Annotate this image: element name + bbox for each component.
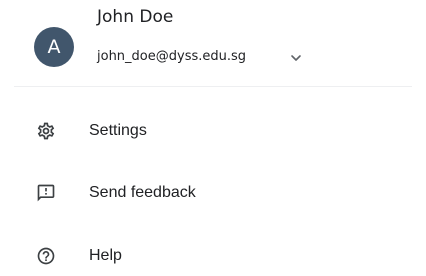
- feedback-icon: [36, 183, 56, 203]
- account-email: john_doe@dyss.edu.sg: [97, 49, 247, 64]
- menu-item-label: Send feedback: [89, 184, 196, 201]
- account-name: John Doe: [97, 7, 174, 27]
- gear-icon: [36, 121, 56, 141]
- avatar[interactable]: A: [34, 27, 74, 67]
- help-icon: [36, 246, 56, 266]
- menu-item-help[interactable]: Help: [30, 239, 390, 273]
- account-header: A John Doe john_doe@dyss.edu.sg: [0, 0, 426, 86]
- menu-item-label: Settings: [89, 122, 147, 139]
- account-expand-button[interactable]: [286, 48, 306, 68]
- divider: [14, 86, 412, 87]
- menu-item-send-feedback[interactable]: Send feedback: [30, 176, 390, 210]
- chevron-down-icon: [291, 55, 301, 61]
- menu-item-settings[interactable]: Settings: [30, 114, 390, 148]
- menu-item-label: Help: [89, 247, 122, 264]
